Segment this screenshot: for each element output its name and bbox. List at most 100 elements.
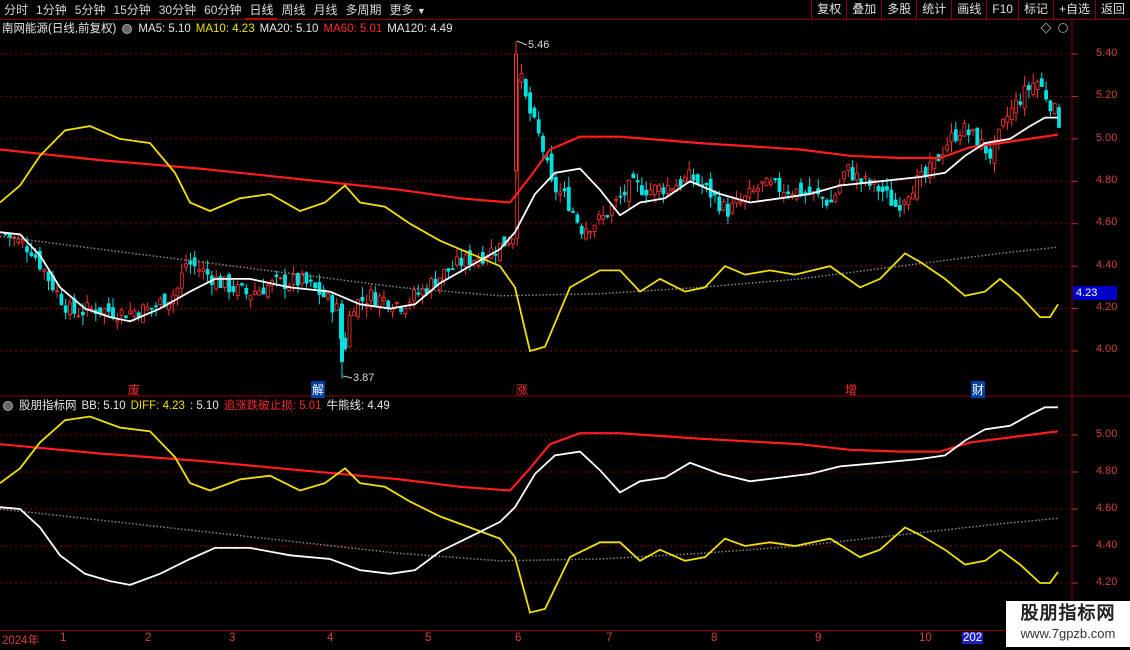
candle-body	[244, 287, 249, 295]
candle-body	[119, 309, 124, 316]
candle-body	[514, 53, 518, 172]
candle-body	[863, 176, 868, 179]
candle-body	[446, 268, 451, 272]
candle-body	[880, 186, 885, 192]
candle-body	[33, 254, 38, 258]
y-label: 5.40	[1096, 47, 1118, 59]
candle-body	[274, 274, 279, 277]
candle-body	[1027, 85, 1031, 91]
main-indicator-lines	[0, 116, 1059, 353]
candle-body	[55, 290, 59, 293]
candle-body	[412, 289, 416, 301]
candle-body	[248, 294, 253, 301]
candle-body	[179, 272, 184, 289]
candle-body	[876, 185, 881, 192]
candle-body	[313, 282, 318, 289]
candle-body	[1039, 78, 1044, 87]
candle-body	[704, 183, 709, 186]
event-marker[interactable]: 涨	[516, 381, 528, 398]
candle-body	[235, 283, 240, 296]
axis-ticks	[1072, 53, 1078, 584]
candle-body	[304, 272, 309, 284]
ma10-label: MA10: 4.23	[195, 23, 255, 35]
candle-body	[605, 215, 610, 218]
candle-body	[25, 246, 29, 253]
candle-body	[885, 186, 889, 191]
candle-body	[786, 191, 790, 195]
candle-body	[351, 311, 356, 317]
ma120-label: MA120: 4.49	[387, 23, 453, 35]
candle-body	[889, 189, 894, 206]
candle-body	[670, 188, 674, 191]
candle-body	[902, 200, 907, 205]
candle-body	[330, 295, 335, 313]
candle-body	[326, 293, 330, 300]
candle-body	[661, 187, 666, 195]
ma20-line	[0, 116, 1058, 323]
candle-body	[824, 199, 829, 206]
candle-body	[614, 198, 618, 202]
kline-chart[interactable]	[0, 0, 1130, 650]
indicator-title[interactable]: 股朋指标网	[19, 398, 77, 414]
candle-body	[291, 274, 296, 285]
y-label: 4.00	[1096, 343, 1118, 355]
candle-body	[373, 292, 378, 306]
candle-body	[726, 203, 730, 217]
candle-body	[558, 191, 563, 195]
candle-body	[554, 177, 558, 193]
date-label-selected[interactable]: 202	[962, 632, 984, 644]
candle-body	[523, 79, 528, 97]
sub-y-label: 4.40	[1096, 539, 1118, 551]
settings-dot-icon[interactable]	[122, 24, 133, 34]
candle-body	[592, 224, 597, 232]
candle-body	[46, 271, 51, 281]
watermark-url: www.7gpzb.com	[1020, 626, 1116, 641]
date-label: 3	[229, 632, 236, 644]
candle-body	[717, 196, 722, 212]
candle-body	[760, 181, 765, 184]
candle-body	[343, 337, 348, 350]
candle-body	[1048, 100, 1053, 112]
candle-body	[115, 319, 120, 323]
candle-body	[1018, 101, 1023, 105]
ma5-label: MA5: 5.10	[138, 23, 191, 35]
candle-body	[532, 107, 537, 118]
settings-dot-icon[interactable]	[3, 401, 13, 411]
candle-body	[227, 274, 232, 293]
candle-body	[846, 164, 851, 171]
circle-icon[interactable]	[1058, 23, 1068, 33]
candle-body	[601, 214, 606, 220]
candle-body	[158, 298, 163, 305]
watermark: 股朋指标网 www.7gpzb.com	[1006, 601, 1130, 647]
candle-body	[197, 269, 201, 272]
candle-body	[953, 129, 958, 142]
candle-body	[833, 194, 838, 202]
candle-body	[571, 210, 575, 213]
candle-body	[252, 291, 257, 295]
candle-body	[240, 283, 244, 286]
candle-body	[347, 315, 352, 348]
candle-body	[42, 269, 47, 272]
candle-body	[493, 253, 498, 256]
candle-body	[906, 196, 911, 206]
event-marker[interactable]: 财	[971, 381, 986, 398]
candle-body	[1009, 107, 1014, 120]
bb-line	[0, 406, 1058, 586]
date-label: 2024年	[2, 635, 40, 647]
candle-body	[945, 144, 950, 151]
candle-body	[536, 119, 541, 134]
event-marker[interactable]: 废	[128, 381, 140, 398]
candle-body	[98, 307, 102, 314]
candle-body	[996, 128, 1001, 142]
event-marker[interactable]: 增	[845, 381, 857, 398]
sub-y-label: 4.80	[1096, 465, 1118, 477]
bb-label: BB: 5.10	[81, 400, 126, 412]
candle-body	[777, 177, 782, 193]
stock-title[interactable]: 南网能源(日线,前复权)	[2, 21, 116, 37]
val-label: : 5.10	[189, 400, 219, 412]
current-price-tag: 4.23	[1073, 286, 1117, 300]
ma20-label: MA20: 5.10	[259, 23, 319, 35]
event-marker[interactable]: 解	[311, 381, 326, 398]
candle-body	[498, 242, 502, 261]
candle-body	[89, 308, 94, 310]
